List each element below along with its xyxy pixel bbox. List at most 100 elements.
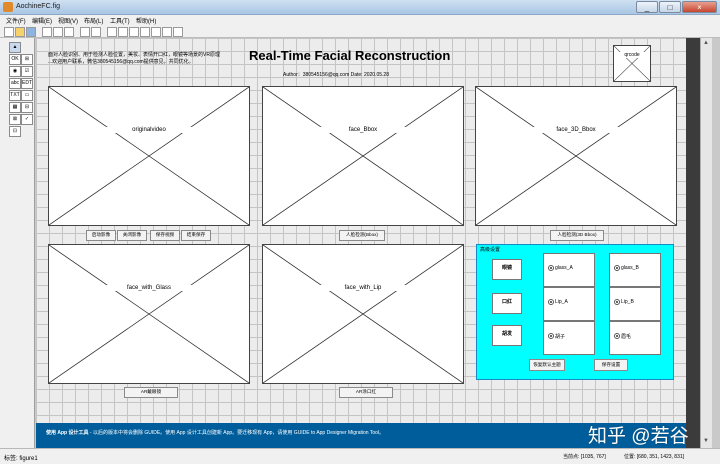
menu-file[interactable]: 文件(F) [6,16,26,25]
menu-tools[interactable]: 工具(T) [110,16,130,25]
radio-beard-icon [548,333,554,339]
intro-line-1: 面对人脸识别、用于检测人脸位置，美妆、表情开口红，眼镜等场景的VR原理 [48,52,220,58]
page-title: Real-Time Facial Reconstruction [249,48,451,63]
face-with-glass-axes: face_with_Glass [48,244,250,384]
status-current-point: 当前点: [1035, 767] [563,454,606,460]
toolbar-editor-icon[interactable] [140,27,150,37]
menu-bar: 文件(F) 编辑(E) 视图(V) 布局(L) 工具(T) 帮助(H) [0,15,720,25]
settings-title: 高级设置 [480,247,501,253]
status-bar: 标签: figure1 当前点: [1035, 767] 位置: [680, 3… [0,448,720,464]
palette-slider-icon[interactable]: ⊞ [21,54,33,65]
radio-eyebrow-icon [614,333,620,339]
align-icon[interactable] [107,27,117,37]
palette-listbox-icon[interactable]: ▭ [21,90,33,101]
palette-table-icon[interactable]: ⊟ [21,102,33,113]
radio-lip-b-icon [614,299,620,305]
undo-icon[interactable] [80,27,90,37]
settings-panel: 高级设置 眼镜 口红 胡发 glass_A glass_B Lip_A Lip_… [476,244,674,380]
open-folder-icon[interactable] [15,27,25,37]
palette-panel-icon[interactable]: ✓ [21,114,33,125]
palette-edit-icon[interactable]: abc [9,78,21,89]
face-detect-bbox-button[interactable]: 人脸检测(Bbox) [339,230,385,241]
face-3d-bbox-axes: face_3D_Bbox [475,86,677,226]
option-eyebrow-label: 眉毛 [621,334,632,340]
qrcode-placeholder: qrcode [613,45,651,82]
intro-line-2: ...欢迎用户联系，微信380545156@qq.com提供意见，共同优化。 [48,59,194,65]
lipstick-category-button[interactable]: 口红 [492,293,522,314]
glasses-category-button[interactable]: 眼镜 [492,259,522,280]
option-beard-label: 胡子 [555,334,566,340]
palette-checkbox-icon[interactable]: ☑ [21,66,33,77]
banner-bold[interactable]: 使用 App 设计工具 [46,430,89,436]
palette-toggle-icon[interactable]: ▦ [9,102,21,113]
app-icon [3,2,13,12]
ar-glass-button[interactable]: AR戴眼镜 [124,387,178,398]
menu-layout[interactable]: 布局(L) [84,16,103,25]
copy-icon[interactable] [53,27,63,37]
lipstick-category-label: 口红 [501,299,512,305]
redo-icon[interactable] [91,27,101,37]
title-bar: AochineFC.fig _ □ × [0,0,720,15]
save-video-button[interactable]: 保存视频 [150,230,180,241]
close-button[interactable]: × [682,1,717,13]
option-glass-b-label: glass_B [621,265,639,271]
scroll-down-icon[interactable]: ▼ [703,438,709,444]
palette-pushbutton-icon[interactable]: OK [9,54,21,65]
option-glass-a-label: glass_A [555,265,573,271]
component-palette: ▲ OK ⊞ ◉ ☑ abc EDT TXT ▭ ▦ ⊟ ⊠ ✓ ⊡ [0,38,35,448]
option-eyebrow[interactable]: 眉毛 [609,321,661,355]
glasses-category-label: 眼镜 [501,265,512,271]
palette-radio-icon[interactable]: ◉ [9,66,21,77]
status-tag: 标签: figure1 [4,456,38,462]
maximize-button[interactable]: □ [659,1,681,13]
original-video-label: originalvideo [49,127,249,133]
palette-select-icon[interactable]: ▲ [9,42,21,53]
menu-help[interactable]: 帮助(H) [136,16,156,25]
tab-order-icon[interactable] [129,27,139,37]
inspector-icon[interactable] [162,27,172,37]
close-video-button[interactable]: 关闭影像 [117,230,147,241]
new-file-icon[interactable] [4,27,14,37]
face-detect-3d-button[interactable]: 人脸检测(3D Bbox) [550,230,604,241]
restore-default-button[interactable]: 恢复默认主题 [529,359,565,371]
palette-popup-icon[interactable]: TXT [9,90,21,101]
face-with-lip-label: face_with_Lip [263,285,463,291]
palette-text-icon[interactable]: EDT [21,78,33,89]
minimize-button[interactable]: _ [636,1,658,13]
paste-icon[interactable] [64,27,74,37]
banner-rest: - 以后的版本中将会删除 GUIDE。使用 App 设计工具创建新 App。要迁… [88,430,385,436]
face-3d-bbox-label: face_3D_Bbox [476,127,676,133]
option-lip-a[interactable]: Lip_A [543,287,595,321]
vertical-scrollbar[interactable]: ▲ ▼ [700,38,712,448]
menu-view[interactable]: 视图(V) [58,16,78,25]
face-bbox-label: face_Bbox [263,127,463,133]
option-lip-b[interactable]: Lip_B [609,287,661,321]
option-glass-a[interactable]: glass_A [543,253,595,287]
palette-buttongroup-icon[interactable]: ⊡ [9,126,21,137]
option-glass-b[interactable]: glass_B [609,253,661,287]
canvas-edge [686,38,700,448]
save-icon[interactable] [26,27,36,37]
editor-icon[interactable] [151,27,161,37]
menu-edit[interactable]: 编辑(E) [32,16,52,25]
stop-save-button[interactable]: 结束保存 [181,230,211,241]
palette-axes-icon[interactable]: ⊠ [9,114,21,125]
ar-lip-button[interactable]: AR涂口红 [339,387,393,398]
face-bbox-axes: face_Bbox [262,86,464,226]
object-browser-icon[interactable] [173,27,183,37]
start-video-button[interactable]: 启动影像 [86,230,116,241]
face-with-lip-axes: face_with_Lip [262,244,464,384]
radio-glass-b-icon [614,265,620,271]
menu-editor-icon[interactable] [118,27,128,37]
qrcode-label: qrcode [614,52,650,58]
author-line: Author：380545156@qq.com Date: 2020.05.28 [283,72,389,78]
cut-icon[interactable] [42,27,52,37]
save-settings-button[interactable]: 保存设置 [594,359,628,371]
radio-glass-a-icon [548,265,554,271]
banner-text: 使用 App 设计工具 - 以后的版本中将会删除 GUIDE。使用 App 设计… [46,429,384,436]
option-lip-b-label: Lip_B [621,299,634,305]
scroll-up-icon[interactable]: ▲ [703,40,709,46]
toolbar [0,25,720,61]
beard-category-button[interactable]: 胡发 [492,325,522,346]
option-beard[interactable]: 胡子 [543,321,595,355]
